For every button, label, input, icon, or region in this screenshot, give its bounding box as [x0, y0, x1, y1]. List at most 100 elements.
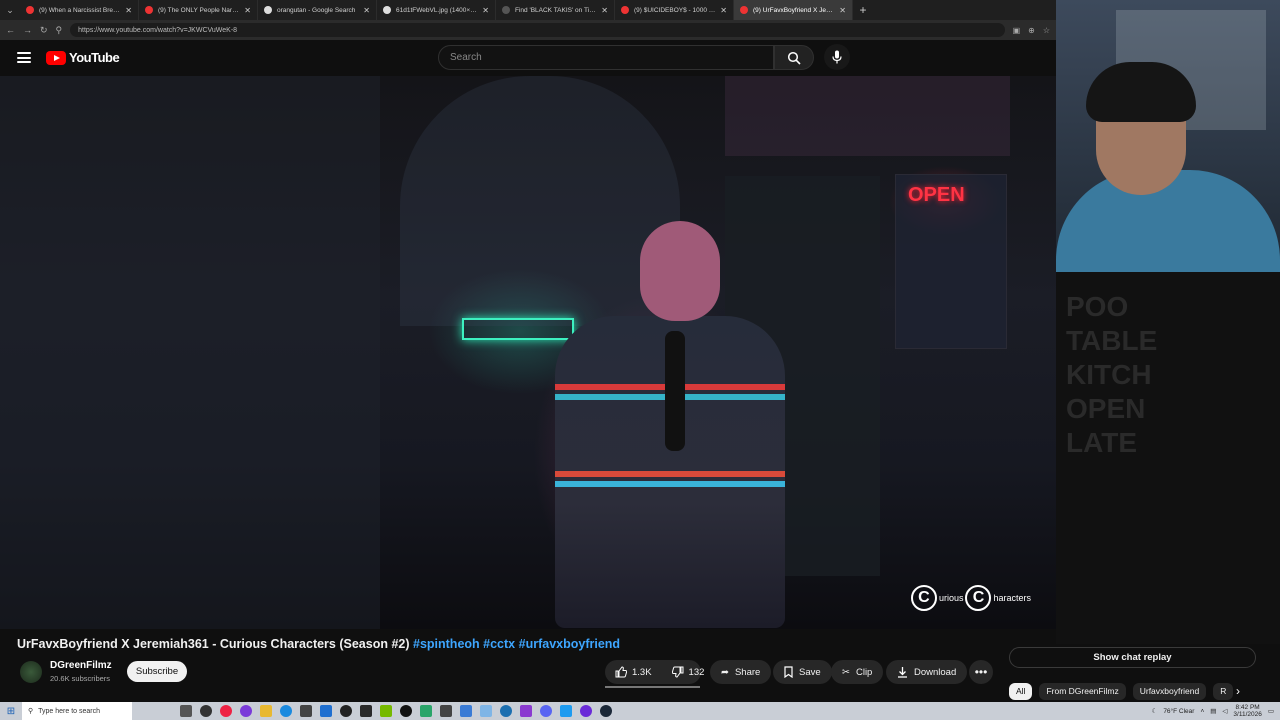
- notification-icon[interactable]: ▭: [1268, 707, 1274, 715]
- file-explorer-icon[interactable]: [260, 705, 272, 717]
- chevron-right-icon[interactable]: ›: [1236, 684, 1240, 698]
- channel-avatar[interactable]: [20, 661, 42, 683]
- app-icon[interactable]: [420, 705, 432, 717]
- discord-icon[interactable]: [540, 705, 552, 717]
- taskbar-pinned-apps: [180, 705, 612, 717]
- hashtag-link[interactable]: #spintheoh: [413, 637, 480, 651]
- browser-tab[interactable]: (9) $UICIDEBOY$ - 1000 BLUNTS (... ✕: [615, 0, 734, 20]
- browser-tab-strip: ⌄ (9) When a Narcissist Breaks the ... ✕…: [0, 0, 1056, 20]
- download-button[interactable]: Download: [886, 660, 968, 684]
- browser-tab[interactable]: 61d1tFWebVL.jpg (1400×1494) ✕: [377, 0, 496, 20]
- site-info-icon[interactable]: ⚲: [56, 25, 63, 36]
- like-count: 1.3K: [632, 666, 652, 678]
- youtube-logo[interactable]: YouTube: [46, 50, 120, 65]
- app-icon[interactable]: [240, 705, 252, 717]
- neon-green-sign: [462, 318, 574, 340]
- chip-all[interactable]: All: [1009, 682, 1033, 700]
- clock-date: 3/11/2026: [1233, 711, 1262, 718]
- app-icon[interactable]: [560, 705, 572, 717]
- tiktok-icon: [502, 6, 510, 14]
- app-icon[interactable]: [200, 705, 212, 717]
- close-icon[interactable]: ✕: [125, 6, 132, 15]
- search-input[interactable]: Search: [438, 45, 774, 70]
- bookmark-star-icon[interactable]: ☆: [1043, 26, 1050, 35]
- task-view-icon[interactable]: [180, 705, 192, 717]
- app-icon[interactable]: [400, 705, 412, 717]
- app-icon[interactable]: [500, 705, 512, 717]
- subscriber-count: 20.6K subscribers: [50, 674, 111, 683]
- back-icon[interactable]: ←: [6, 25, 15, 35]
- dislike-button[interactable]: 132: [662, 660, 715, 684]
- save-label: Save: [799, 666, 821, 678]
- search-button[interactable]: [774, 45, 814, 70]
- hamburger-menu-icon[interactable]: [17, 52, 31, 63]
- windows-start-icon[interactable]: ⊞: [0, 706, 22, 717]
- nvidia-icon[interactable]: [380, 705, 392, 717]
- forward-icon[interactable]: →: [23, 25, 32, 35]
- save-button[interactable]: Save: [773, 660, 832, 684]
- app-icon[interactable]: [580, 705, 592, 717]
- browser-tab[interactable]: (9) The ONLY People Narcissists S... ✕: [139, 0, 258, 20]
- chrome-icon[interactable]: [220, 705, 232, 717]
- close-icon[interactable]: ✕: [363, 6, 370, 15]
- hashtag-link[interactable]: #cctx: [483, 637, 515, 651]
- app-icon[interactable]: [460, 705, 472, 717]
- video-scene-arch: [400, 76, 680, 326]
- tab-list-icon[interactable]: ⌄: [0, 0, 20, 20]
- edge-icon[interactable]: [280, 705, 292, 717]
- share-button[interactable]: ➦ Share: [710, 660, 772, 684]
- close-icon[interactable]: ✕: [482, 6, 489, 15]
- chip-from-channel[interactable]: From DGreenFilmz: [1039, 682, 1126, 700]
- browser-tab[interactable]: Find 'BLACK TAKIS' on TikTok | Tik... ✕: [496, 0, 615, 20]
- hashtag-link[interactable]: #urfavxboyfriend: [519, 637, 620, 651]
- show-chat-replay-button[interactable]: Show chat replay: [1009, 647, 1256, 668]
- youtube-header: YouTube Search: [0, 40, 1056, 76]
- voice-search-button[interactable]: [824, 44, 850, 70]
- browser-tab[interactable]: (9) When a Narcissist Breaks the ... ✕: [20, 0, 139, 20]
- close-icon[interactable]: ✕: [244, 6, 251, 15]
- taskbar-clock[interactable]: 8:42 PM 3/11/2026: [1233, 704, 1261, 718]
- curious-characters-watermark: C urious C haracters: [910, 585, 1031, 611]
- download-label: Download: [914, 666, 957, 678]
- app-icon[interactable]: [480, 705, 492, 717]
- app-icon[interactable]: [440, 705, 452, 717]
- weather-text[interactable]: 76°F Clear: [1163, 708, 1194, 715]
- video-player[interactable]: OPEN C urious C haracters: [0, 76, 1056, 629]
- tab-title: orangutan - Google Search: [277, 6, 356, 14]
- chip-urfavxboyfriend[interactable]: Urfavxboyfriend: [1132, 682, 1207, 700]
- app-icon[interactable]: [360, 705, 372, 717]
- like-dislike-group: 1.3K 132: [605, 660, 704, 684]
- subscribe-button[interactable]: Subscribe: [127, 661, 187, 682]
- app-icon[interactable]: [300, 705, 312, 717]
- zoom-icon[interactable]: ⊕: [1028, 26, 1035, 35]
- tray-chevron-icon[interactable]: ˄: [1200, 708, 1204, 715]
- search-icon: [787, 51, 801, 65]
- download-icon: [898, 667, 907, 678]
- taskbar-search-input[interactable]: ⚲ Type here to search: [22, 702, 132, 720]
- browser-tab[interactable]: orangutan - Google Search ✕: [258, 0, 377, 20]
- url-field[interactable]: https://www.youtube.com/watch?v=JKWCVuWe…: [70, 23, 1005, 37]
- reload-icon[interactable]: ↻: [40, 25, 48, 36]
- channel-name[interactable]: DGreenFilmz: [50, 660, 112, 671]
- new-tab-icon[interactable]: +: [853, 3, 873, 17]
- network-icon[interactable]: ▤: [1210, 707, 1216, 715]
- share-label: Share: [734, 666, 761, 678]
- shirt-stripe: [555, 471, 785, 477]
- close-icon[interactable]: ✕: [601, 6, 608, 15]
- app-icon[interactable]: [340, 705, 352, 717]
- search-icon: ⚲: [28, 708, 34, 715]
- mail-icon[interactable]: [320, 705, 332, 717]
- more-actions-button[interactable]: •••: [969, 660, 993, 684]
- system-tray: ☾ 76°F Clear ˄ ▤ ◁ 8:42 PM 3/11/2026 ▭: [1151, 702, 1274, 720]
- close-icon[interactable]: ✕: [720, 6, 727, 15]
- steam-icon[interactable]: [600, 705, 612, 717]
- browser-tab-active[interactable]: (9) UrFavxBoyfriend X Jeremiah36... ✕: [734, 0, 853, 20]
- app-icon[interactable]: [520, 705, 532, 717]
- volume-icon[interactable]: ◁: [1222, 707, 1227, 715]
- like-button[interactable]: 1.3K: [605, 660, 662, 684]
- youtube-wordmark: YouTube: [69, 50, 120, 65]
- clip-button[interactable]: ✂ Clip: [831, 660, 884, 684]
- extension-icon[interactable]: ▣: [1013, 26, 1021, 35]
- chip-related[interactable]: R: [1213, 682, 1234, 700]
- close-icon[interactable]: ✕: [839, 6, 846, 15]
